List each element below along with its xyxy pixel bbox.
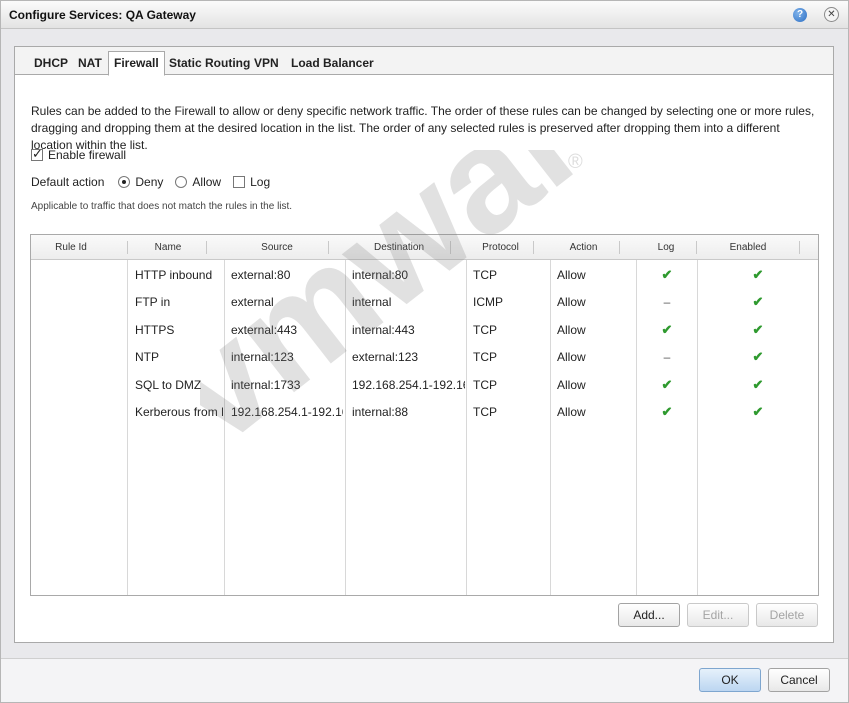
cell-action: Allow	[557, 323, 586, 337]
enable-firewall-checkbox[interactable]	[31, 146, 43, 162]
column-resizer[interactable]	[450, 241, 451, 254]
cell-name: SQL to DMZ	[135, 378, 202, 392]
allow-label: Allow	[192, 175, 222, 189]
tab-firewall[interactable]: Firewall	[108, 51, 165, 76]
table-row[interactable]: HTTPS external:443 internal:443 TCP Allo…	[31, 322, 818, 340]
check-icon[interactable]: ✔	[698, 377, 818, 393]
cell-action: Allow	[557, 268, 586, 282]
table-row[interactable]: NTP internal:123 external:123 TCP Allow …	[31, 349, 818, 367]
check-icon[interactable]: ✔	[637, 377, 697, 393]
ok-button[interactable]: OK	[699, 668, 761, 692]
firewall-rules-table: Rule Id Name Source Destination Protocol…	[30, 234, 819, 596]
table-row[interactable]: HTTP inbound external:80 internal:80 TCP…	[31, 267, 818, 285]
enable-firewall-label: Enable firewall	[48, 148, 127, 162]
log-checkbox[interactable]	[233, 176, 246, 188]
log-label: Log	[250, 175, 271, 189]
cell-destination: internal:443	[352, 323, 415, 337]
table-row[interactable]: FTP in external internal ICMP Allow – ✔	[31, 294, 818, 312]
default-action-label: Default action	[31, 175, 105, 189]
cell-destination: 192.168.254.1-192.168	[352, 378, 465, 392]
check-icon[interactable]: ✔	[698, 294, 818, 310]
dash-icon[interactable]: –	[637, 349, 697, 365]
column-resizer[interactable]	[206, 241, 207, 254]
column-header-rule-id[interactable]: Rule Id	[31, 235, 111, 260]
column-header-protocol[interactable]: Protocol	[468, 235, 533, 260]
tab-nat[interactable]: NAT	[73, 53, 107, 75]
tab-dhcp[interactable]: DHCP	[29, 53, 73, 75]
check-icon[interactable]: ✔	[637, 404, 697, 420]
column-resizer[interactable]	[799, 241, 800, 254]
check-icon[interactable]: ✔	[637, 322, 697, 338]
cell-protocol: TCP	[473, 350, 497, 364]
cell-source: internal:123	[231, 350, 294, 364]
cell-protocol: TCP	[473, 323, 497, 337]
tab-vpn[interactable]: VPN	[249, 53, 284, 75]
column-header-destination[interactable]: Destination	[349, 235, 449, 260]
cell-destination: internal:88	[352, 405, 409, 419]
cancel-button[interactable]: Cancel	[768, 668, 830, 692]
dialog-title: Configure Services: QA Gateway	[9, 8, 196, 22]
check-icon[interactable]: ✔	[698, 322, 818, 338]
column-resizer[interactable]	[533, 241, 534, 254]
services-panel: DHCP NAT Firewall Static Routing VPN Loa…	[14, 46, 834, 643]
column-resizer[interactable]	[619, 241, 620, 254]
cell-source: external:443	[231, 323, 298, 337]
cell-protocol: TCP	[473, 405, 497, 419]
edit-rule-button[interactable]: Edit...	[687, 603, 749, 627]
cell-source: external	[231, 295, 274, 309]
help-icon[interactable]: ?	[793, 8, 807, 22]
cell-name: NTP	[135, 350, 159, 364]
default-action-row: Default action Deny Allow Log	[31, 174, 270, 190]
table-row[interactable]: SQL to DMZ internal:1733 192.168.254.1-1…	[31, 377, 818, 395]
cell-protocol: TCP	[473, 378, 497, 392]
configure-services-dialog: Configure Services: QA Gateway ? ✕ DHCP …	[0, 0, 849, 703]
tab-strip: DHCP NAT Firewall Static Routing VPN Loa…	[15, 47, 833, 76]
cell-name: HTTP inbound	[135, 268, 213, 282]
dialog-footer: OK Cancel	[1, 658, 848, 702]
cell-destination: internal	[352, 295, 392, 309]
cell-source: external:80	[231, 268, 291, 282]
cell-destination: internal:80	[352, 268, 409, 282]
column-header-enabled[interactable]: Enabled	[697, 235, 799, 260]
column-header-name[interactable]: Name	[128, 235, 208, 260]
table-row[interactable]: Kerberous from DI 192.168.254.1-192.168 …	[31, 404, 818, 422]
add-rule-button[interactable]: Add...	[618, 603, 680, 627]
close-icon[interactable]: ✕	[824, 7, 839, 22]
cell-action: Allow	[557, 295, 586, 309]
column-header-source[interactable]: Source	[227, 235, 327, 260]
enable-firewall-row: Enable firewall	[31, 146, 127, 163]
column-header-log[interactable]: Log	[636, 235, 696, 260]
column-resizer[interactable]	[328, 241, 329, 254]
tab-static-routing[interactable]: Static Routing	[164, 53, 255, 75]
deny-radio[interactable]	[118, 176, 131, 188]
cell-action: Allow	[557, 378, 586, 392]
delete-rule-button[interactable]: Delete	[756, 603, 818, 627]
cell-action: Allow	[557, 405, 586, 419]
dash-icon[interactable]: –	[637, 294, 697, 310]
deny-label: Deny	[135, 175, 164, 189]
check-icon[interactable]: ✔	[698, 267, 818, 283]
check-icon[interactable]: ✔	[637, 267, 697, 283]
column-header-action[interactable]: Action	[551, 235, 616, 260]
allow-radio[interactable]	[175, 176, 188, 188]
cell-name: HTTPS	[135, 323, 175, 337]
tab-load-balancer[interactable]: Load Balancer	[286, 53, 379, 75]
check-icon[interactable]: ✔	[698, 404, 818, 420]
cell-protocol: TCP	[473, 268, 497, 282]
cell-source: internal:1733	[231, 378, 301, 392]
cell-source: 192.168.254.1-192.168	[231, 405, 343, 419]
title-bar: Configure Services: QA Gateway ? ✕	[1, 1, 848, 29]
cell-action: Allow	[557, 350, 586, 364]
table-header: Rule Id Name Source Destination Protocol…	[31, 235, 818, 260]
cell-protocol: ICMP	[473, 295, 503, 309]
cell-destination: external:123	[352, 350, 419, 364]
firewall-description: Rules can be added to the Firewall to al…	[31, 104, 815, 152]
check-icon[interactable]: ✔	[698, 349, 818, 365]
default-action-note: Applicable to traffic that does not matc…	[31, 201, 293, 212]
cell-name: FTP in	[135, 295, 171, 309]
cell-name: Kerberous from DI	[135, 405, 223, 419]
